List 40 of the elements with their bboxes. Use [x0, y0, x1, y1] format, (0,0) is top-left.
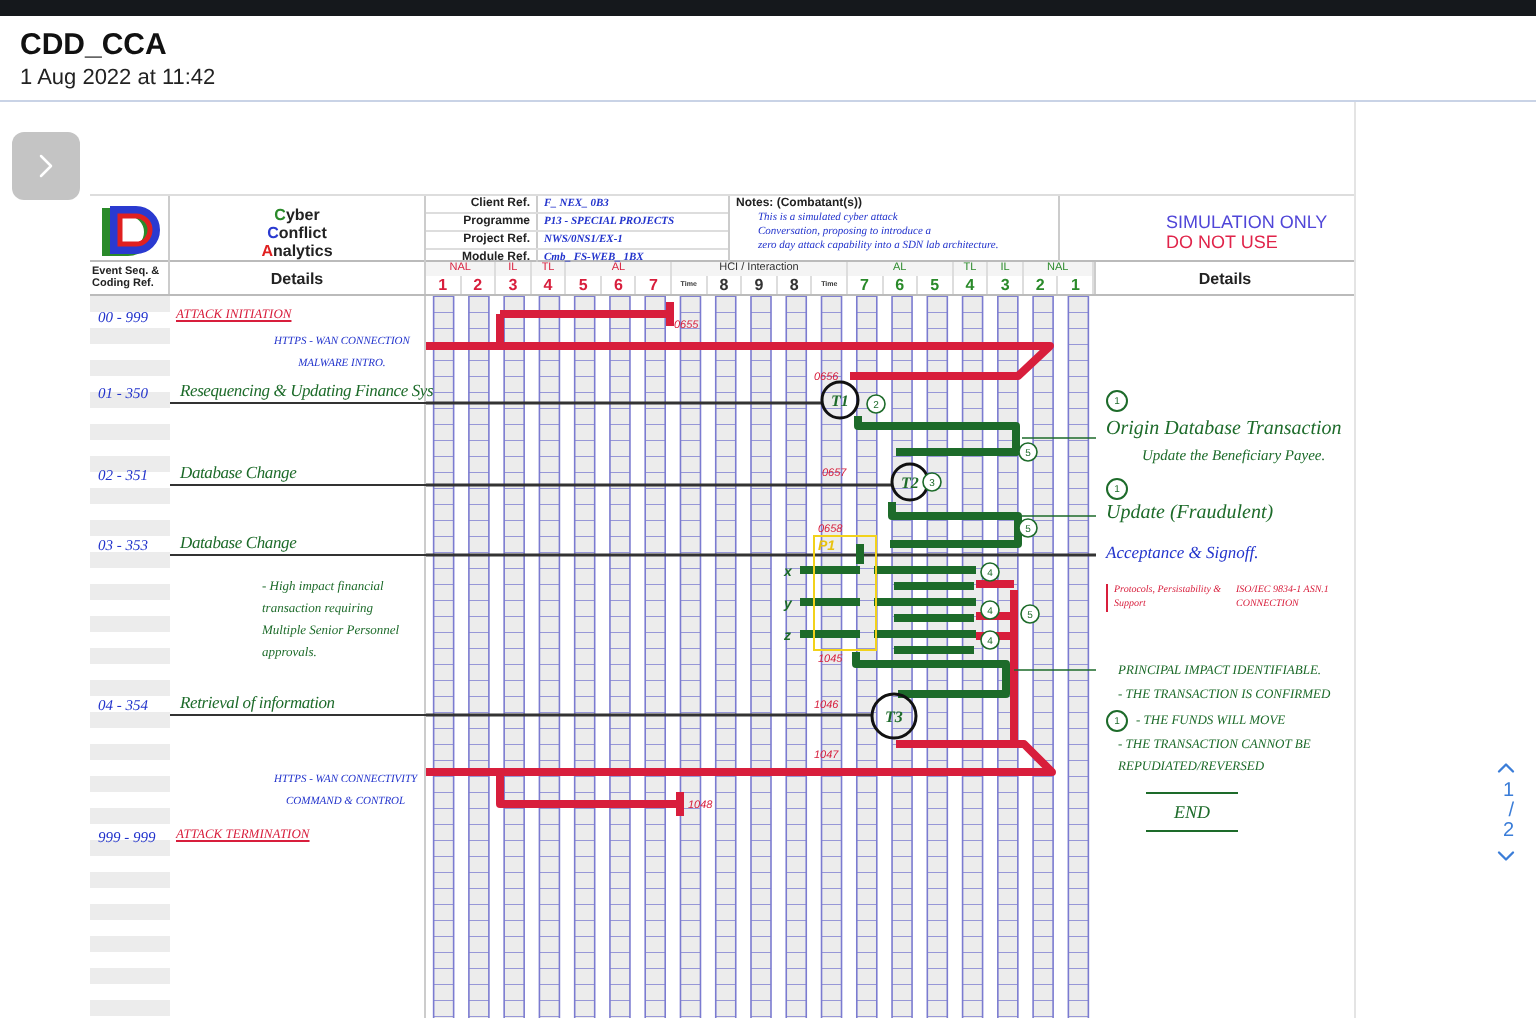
column-number: 8 — [777, 276, 813, 294]
column-number: 5 — [566, 276, 602, 294]
column-number: 7 — [636, 276, 673, 294]
column-number: 9 — [742, 276, 778, 294]
column-heading: Details — [268, 269, 326, 287]
column-number: 4 — [953, 276, 989, 294]
column-number: 4 — [531, 276, 567, 294]
node-label: T3 — [885, 708, 903, 726]
column-number: 1 — [1058, 276, 1094, 294]
column-number: 5 — [918, 276, 954, 294]
brand-word: Cyber — [274, 205, 320, 223]
page-number: 1 — [1502, 782, 1514, 802]
column-heading: Details — [1196, 269, 1254, 287]
outcome-text: Acceptance & Signoff. — [1106, 542, 1261, 564]
column-number: 2 — [1023, 276, 1059, 294]
page-total: 2 — [1502, 822, 1514, 842]
event-title: Database Change — [170, 530, 426, 556]
simulation-warning: SIMULATION ONLY — [1164, 212, 1330, 232]
node-label: T1 — [831, 392, 849, 410]
document-date: 1 Aug 2022 at 11:42 — [20, 64, 218, 92]
simulation-warning: DO NOT USE — [1164, 232, 1280, 252]
column-number: 6 — [601, 276, 637, 294]
outcome-text: Origin Database Transaction — [1106, 418, 1344, 442]
column-number: 3 — [496, 276, 532, 294]
column-number: 3 — [988, 276, 1024, 294]
page-separator: / — [1508, 802, 1514, 822]
column-number: 6 — [883, 276, 919, 294]
logo-icon — [99, 206, 159, 258]
event-title: Database Change — [170, 460, 426, 486]
brand-word: Conflict — [267, 223, 327, 241]
column-number: 1 — [426, 276, 462, 294]
column-number: 7 — [847, 276, 884, 294]
document-title: CDD_CCA — [20, 28, 169, 64]
event-title: Retrieval of information — [170, 690, 426, 716]
node-label: T2 — [901, 474, 919, 492]
end-label: END — [1146, 792, 1238, 832]
column-number: 8 — [707, 276, 743, 294]
outcome-text: Update (Fraudulent) — [1106, 502, 1276, 526]
brand-word: Analytics — [261, 241, 333, 259]
column-number: 2 — [461, 276, 497, 294]
